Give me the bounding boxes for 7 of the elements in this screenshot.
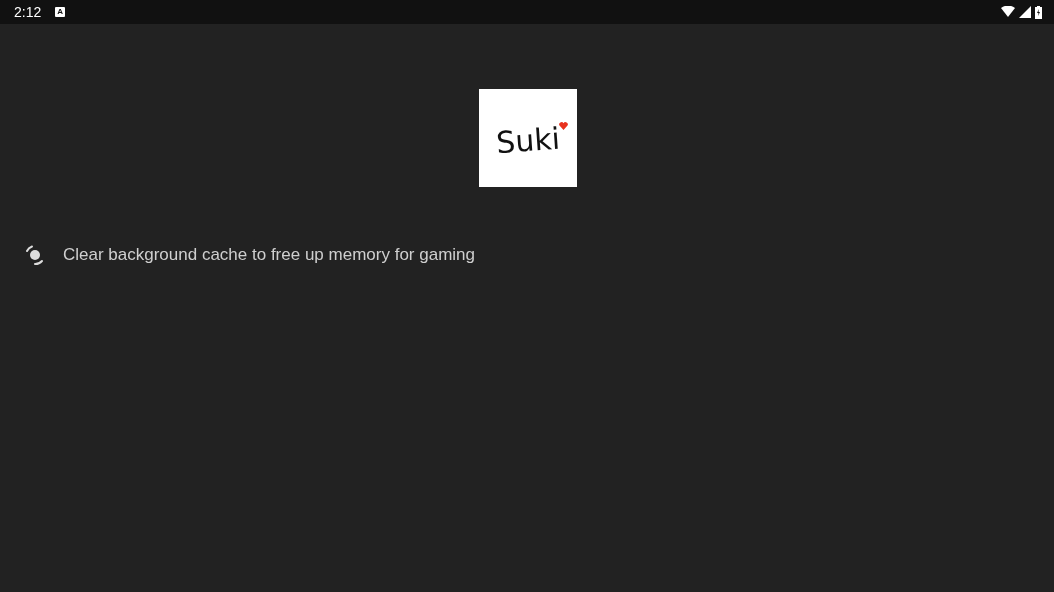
battery-icon bbox=[1035, 5, 1042, 19]
tip-text: Clear background cache to free up memory for gaming bbox=[63, 245, 475, 265]
status-time: 2:12 bbox=[14, 4, 42, 20]
app-logo: Suki bbox=[478, 89, 577, 187]
wifi-icon bbox=[1001, 6, 1015, 18]
notification-icon: A bbox=[55, 7, 66, 17]
signal-icon bbox=[1019, 6, 1031, 18]
